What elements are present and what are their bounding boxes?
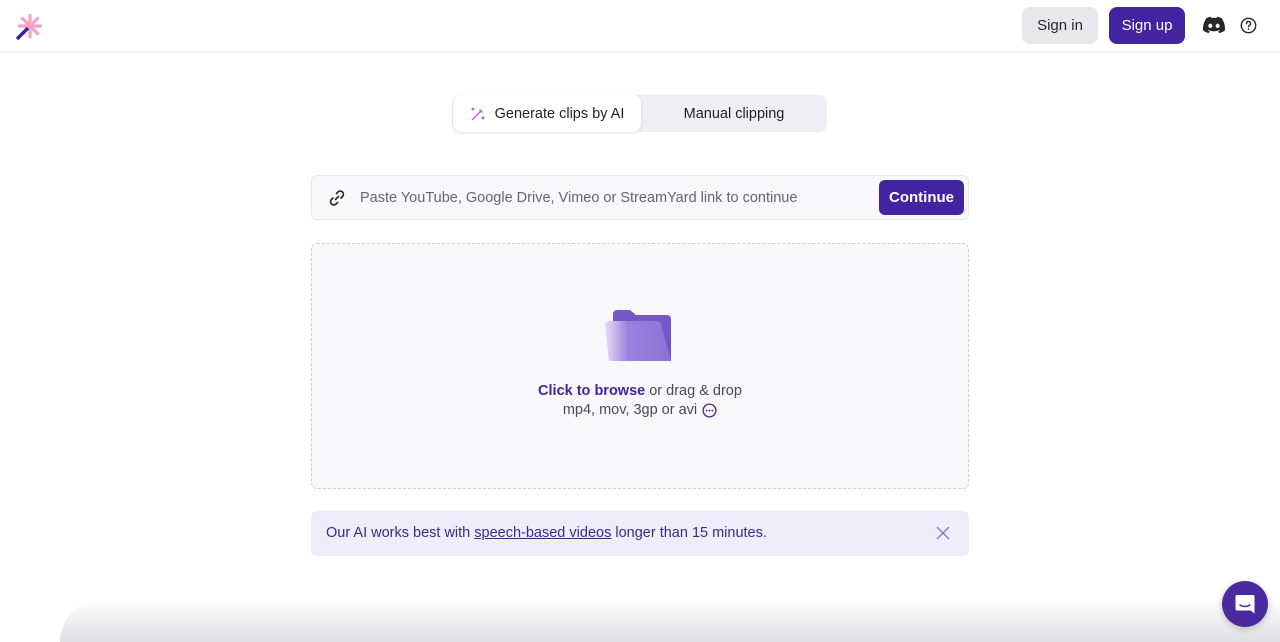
sign-in-button[interactable]: Sign in	[1022, 7, 1098, 44]
formats-text: mp4, mov, 3gp or avi	[562, 402, 698, 418]
notice-prefix: Our AI works best with	[326, 525, 475, 541]
close-icon[interactable]	[936, 526, 950, 540]
continue-button[interactable]: Continue	[879, 180, 964, 215]
top-header: Sign in Sign up	[0, 0, 1280, 52]
tab-manual-clipping[interactable]: Manual clipping	[641, 95, 827, 132]
chat-support-button[interactable]	[1222, 581, 1268, 627]
chat-icon	[1235, 595, 1255, 614]
tab-label: Manual clipping	[683, 105, 785, 122]
notice-suffix: longer than 15 minutes.	[611, 525, 767, 541]
file-dropzone[interactable]: Click to browse or drag & drop mp4, mov,…	[311, 243, 969, 489]
link-icon	[329, 190, 345, 206]
discord-icon[interactable]	[1203, 16, 1225, 34]
bottom-panel-shadow	[60, 600, 1280, 642]
speech-based-videos-link[interactable]: speech-based videos	[474, 525, 611, 541]
video-url-input[interactable]	[360, 176, 870, 219]
drag-drop-text: or drag & drop	[645, 383, 742, 399]
browse-link[interactable]: Click to browse	[538, 383, 645, 399]
help-icon[interactable]	[1240, 17, 1257, 34]
url-bar: Continue	[311, 175, 969, 220]
notice-text: Our AI works best with speech-based vide…	[326, 525, 767, 541]
tab-label: Generate clips by AI	[494, 105, 625, 122]
mode-toggle: Generate clips by AI Manual clipping	[452, 95, 827, 132]
dropzone-instruction: Click to browse or drag & drop	[312, 383, 968, 399]
sign-up-button[interactable]: Sign up	[1109, 7, 1185, 44]
more-formats-icon[interactable]	[702, 402, 717, 418]
app-logo-icon[interactable]	[14, 12, 44, 42]
tab-generate-clips-by-ai[interactable]: Generate clips by AI	[453, 95, 641, 132]
info-notice: Our AI works best with speech-based vide…	[311, 511, 969, 556]
magic-wand-icon	[471, 107, 485, 120]
supported-formats: mp4, mov, 3gp or avi	[312, 402, 968, 418]
folder-icon	[605, 310, 671, 361]
